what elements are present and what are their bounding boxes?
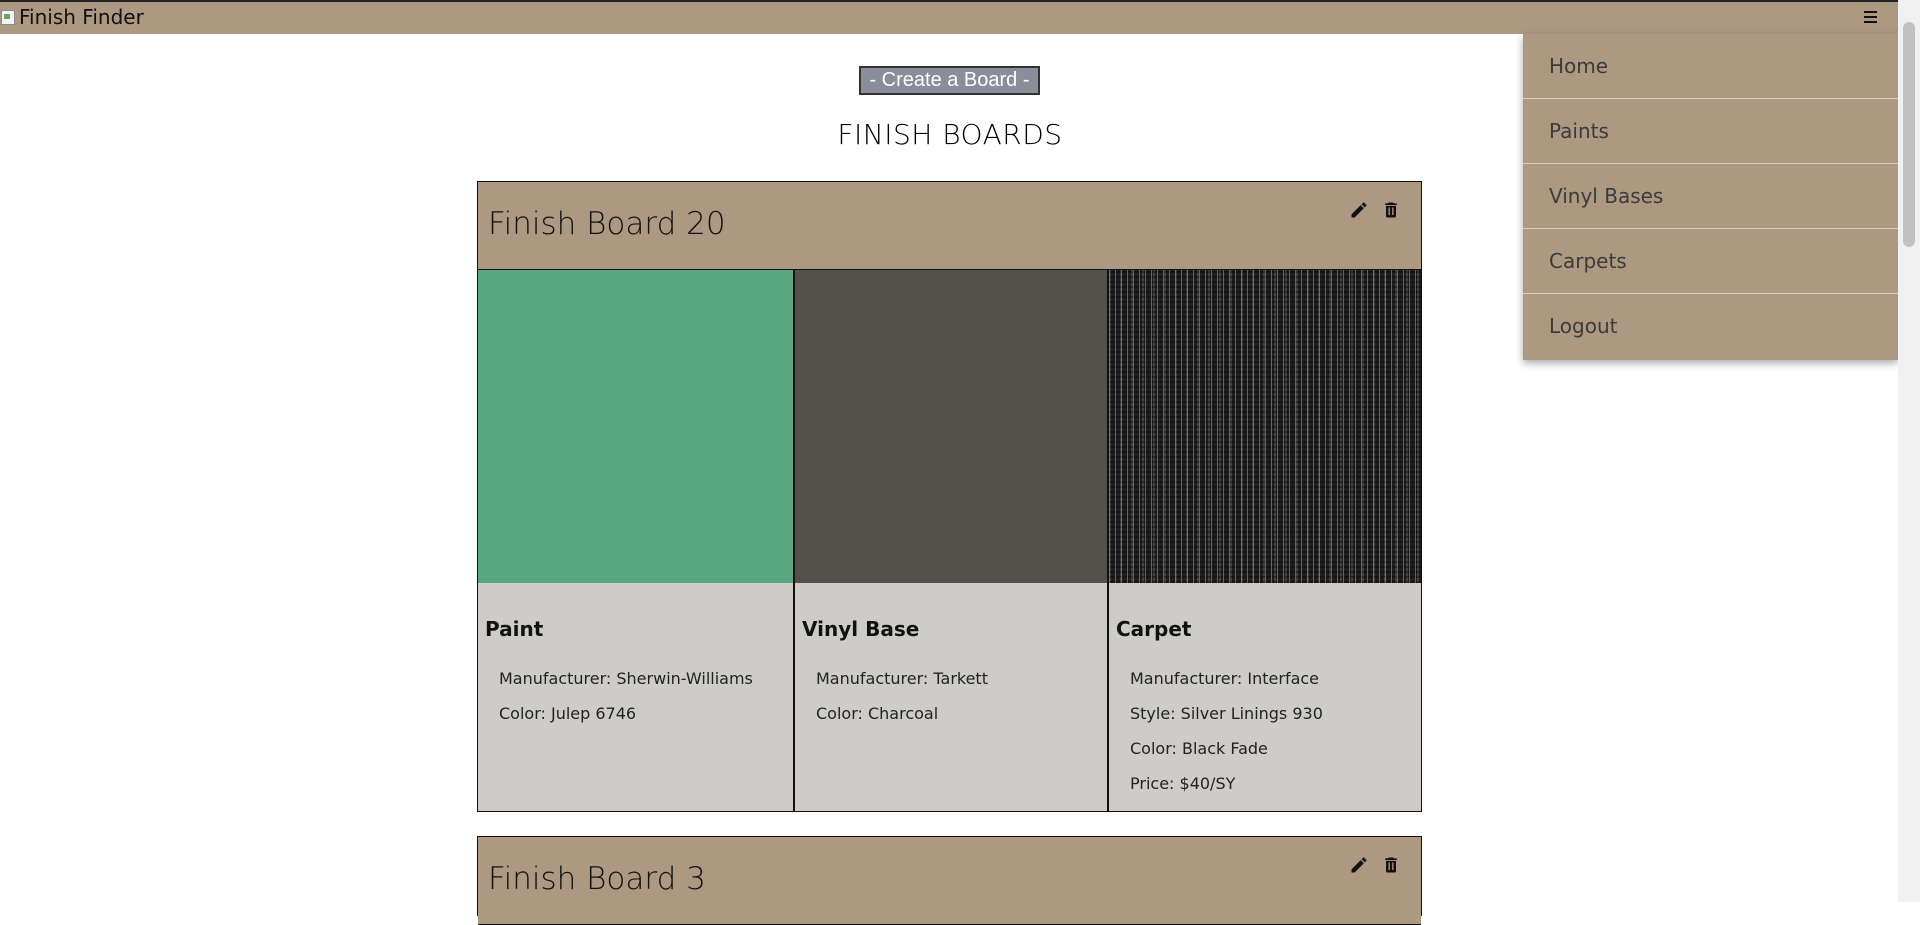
broken-image-icon xyxy=(0,8,16,26)
scrollbar-thumb[interactable] xyxy=(1903,22,1915,247)
paint-card[interactable]: Paint Manufacturer: Sherwin-Williams Col… xyxy=(478,270,793,811)
edit-pencil-icon[interactable] xyxy=(1349,200,1369,220)
nav-dropdown-menu: Home Paints Vinyl Bases Carpets Logout xyxy=(1523,34,1898,360)
board-header: Finish Board 3 xyxy=(478,837,1421,925)
vinyl-base-card[interactable]: Vinyl Base Manufacturer: Tarkett Color: … xyxy=(793,270,1107,811)
edit-pencil-icon[interactable] xyxy=(1349,855,1369,875)
menu-item-paints[interactable]: Paints xyxy=(1523,99,1898,164)
board-items-row: Paint Manufacturer: Sherwin-Williams Col… xyxy=(478,270,1421,811)
spec-color: Color: Black Fade xyxy=(1130,739,1268,758)
spec-color: Color: Charcoal xyxy=(816,704,939,723)
board-actions xyxy=(1349,200,1401,220)
create-board-button[interactable]: - Create a Board - xyxy=(859,66,1040,95)
spec-manufacturer: Manufacturer: Sherwin-Williams xyxy=(499,669,753,688)
board-actions xyxy=(1349,855,1401,875)
board-title: Finish Board 3 xyxy=(488,861,706,897)
spec-style: Style: Silver Linings 930 xyxy=(1130,704,1323,723)
finish-board-card: Finish Board 3 xyxy=(477,836,1422,925)
finish-board-card: Finish Board 20 Paint Manufacturer: Sher… xyxy=(477,181,1422,812)
item-type-label: Vinyl Base xyxy=(802,617,920,641)
spec-manufacturer: Manufacturer: Tarkett xyxy=(816,669,988,688)
page-title: FINISH BOARDS xyxy=(837,118,1063,151)
brand-alt-text: Finish Finder xyxy=(19,5,144,29)
spec-color: Color: Julep 6746 xyxy=(499,704,637,723)
board-header: Finish Board 20 xyxy=(478,182,1421,270)
carpet-card[interactable]: Carpet Manufacturer: Interface Style: Si… xyxy=(1107,270,1421,811)
trash-icon[interactable] xyxy=(1381,200,1401,220)
brand-logo[interactable]: Finish Finder xyxy=(0,4,144,30)
menu-item-logout[interactable]: Logout xyxy=(1523,294,1898,359)
page-scrollbar[interactable] xyxy=(1898,0,1920,902)
trash-icon[interactable] xyxy=(1381,855,1401,875)
spec-manufacturer: Manufacturer: Interface xyxy=(1130,669,1320,688)
hamburger-menu-icon[interactable] xyxy=(1862,7,1880,27)
board-title: Finish Board 20 xyxy=(488,206,726,242)
item-type-label: Paint xyxy=(485,617,544,641)
item-type-label: Carpet xyxy=(1116,617,1192,641)
carpet-swatch xyxy=(1109,270,1421,583)
spec-price: Price: $40/SY xyxy=(1130,774,1236,793)
top-nav-bar: Finish Finder xyxy=(0,0,1920,34)
menu-item-carpets[interactable]: Carpets xyxy=(1523,229,1898,294)
menu-item-home[interactable]: Home xyxy=(1523,34,1898,99)
menu-item-vinyl-bases[interactable]: Vinyl Bases xyxy=(1523,164,1898,229)
paint-swatch xyxy=(478,270,793,583)
vinyl-base-swatch xyxy=(795,270,1107,583)
